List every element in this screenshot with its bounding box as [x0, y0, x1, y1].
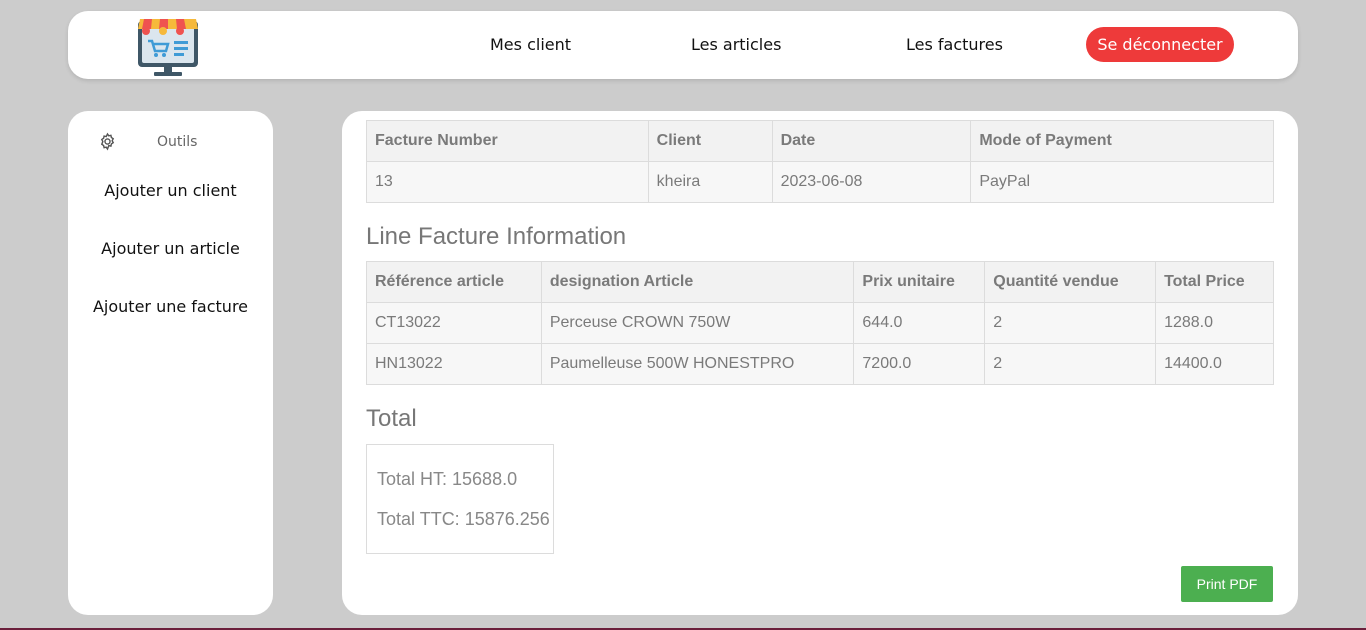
total-ttc: Total TTC: 15876.256	[377, 509, 550, 529]
reference-cell: CT13022	[366, 302, 542, 344]
designation-cell: Perceuse CROWN 750W	[540, 302, 855, 344]
sidebar: Outils Ajouter un client Ajouter un arti…	[68, 111, 273, 615]
total-title: Total	[366, 405, 417, 432]
client-cell: kheira	[647, 161, 773, 203]
nav-link-factures[interactable]: Les factures	[906, 35, 1003, 54]
sidebar-link-add-client[interactable]: Ajouter un client	[68, 181, 273, 200]
invoice-panel: Facture Number Client Date Mode of Payme…	[342, 111, 1298, 615]
line-items-table: Référence article designation Article Pr…	[366, 261, 1274, 385]
column-header: Référence article	[366, 261, 542, 303]
quantity-cell: 2	[984, 343, 1157, 385]
nav-link-clients[interactable]: Mes client	[490, 35, 571, 54]
gear-icon	[100, 132, 115, 151]
invoice-header-row: Facture Number Client Date Mode of Payme…	[366, 120, 1274, 162]
facture-number-cell: 13	[366, 161, 649, 203]
payment-mode-cell: PayPal	[970, 161, 1274, 203]
designation-cell: Paumelleuse 500W HONESTPRO	[540, 343, 855, 385]
total-price-cell: 14400.0	[1155, 343, 1274, 385]
total-ht: Total HT: 15688.0	[377, 469, 518, 489]
column-header: Facture Number	[366, 120, 649, 162]
quantity-cell: 2	[984, 302, 1157, 344]
column-header: Total Price	[1155, 261, 1274, 303]
top-navbar: Mes client Les articles Les factures Se …	[68, 11, 1298, 79]
totals-box: Total HT: 15688.0 Total TTC: 15876.256	[366, 444, 554, 554]
date-cell: 2023-06-08	[771, 161, 972, 203]
column-header: Quantité vendue	[984, 261, 1157, 303]
invoice-table: Facture Number Client Date Mode of Payme…	[366, 120, 1274, 203]
column-header: Date	[771, 120, 972, 162]
print-pdf-button[interactable]: Print PDF	[1181, 566, 1273, 602]
shop-logo-icon[interactable]	[136, 15, 200, 77]
table-row: CT13022 Perceuse CROWN 750W 644.0 2 1288…	[366, 302, 1274, 344]
column-header: Prix unitaire	[853, 261, 986, 303]
reference-cell: HN13022	[366, 343, 542, 385]
sidebar-link-add-article[interactable]: Ajouter un article	[68, 239, 273, 258]
table-row: HN13022 Paumelleuse 500W HONESTPRO 7200.…	[366, 343, 1274, 385]
sidebar-link-add-facture[interactable]: Ajouter une facture	[68, 297, 273, 316]
column-header: Mode of Payment	[970, 120, 1274, 162]
table-row: 13 kheira 2023-06-08 PayPal	[366, 161, 1274, 203]
tools-label: Outils	[157, 134, 198, 150]
column-header: designation Article	[540, 261, 855, 303]
line-info-title: Line Facture Information	[366, 223, 627, 250]
logout-button[interactable]: Se déconnecter	[1086, 27, 1234, 62]
line-header-row: Référence article designation Article Pr…	[366, 261, 1274, 303]
total-price-cell: 1288.0	[1155, 302, 1274, 344]
unit-price-cell: 644.0	[853, 302, 986, 344]
nav-link-articles[interactable]: Les articles	[691, 35, 781, 54]
unit-price-cell: 7200.0	[853, 343, 986, 385]
column-header: Client	[647, 120, 773, 162]
tools-header: Outils	[98, 132, 258, 152]
